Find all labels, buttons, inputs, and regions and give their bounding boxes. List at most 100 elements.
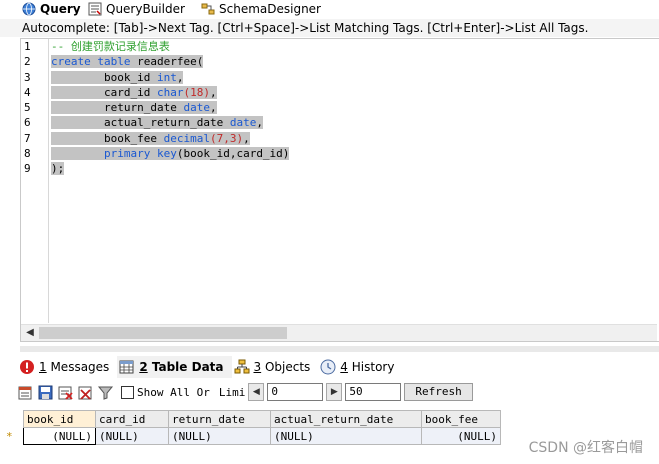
table-row[interactable]: * (NULL) (NULL) (NULL) (NULL) (NULL) bbox=[6, 427, 501, 445]
line-number: 6 bbox=[24, 116, 31, 130]
autocomplete-hint: Autocomplete: [Tab]->Next Tag. [Ctrl+Spa… bbox=[0, 19, 659, 37]
identifier: (book_id,card_id) bbox=[176, 147, 290, 161]
gutter-divider bbox=[48, 39, 49, 323]
identifier: return_date bbox=[103, 101, 177, 115]
result-toolbar: Show All Or Limi ◀ 0 ▶ 50 Refresh bbox=[17, 381, 659, 403]
refresh-button[interactable]: Refresh bbox=[404, 383, 473, 401]
next-page-button[interactable]: ▶ bbox=[326, 383, 343, 401]
line-number: 3 bbox=[24, 70, 31, 84]
tab-messages-label: Messages bbox=[46, 360, 110, 374]
column-header[interactable]: book_fee bbox=[421, 410, 501, 428]
line-number: 8 bbox=[24, 147, 31, 161]
objects-icon bbox=[234, 359, 250, 375]
tab-messages-number: 1 bbox=[39, 360, 47, 374]
result-grid: book_id card_id return_date actual_retur… bbox=[6, 410, 501, 445]
keyword: create bbox=[51, 55, 91, 69]
scroll-left-icon[interactable]: ◀ bbox=[23, 325, 37, 341]
column-header[interactable]: card_id bbox=[95, 410, 169, 428]
pane-splitter[interactable] bbox=[20, 346, 659, 352]
comment-text: -- 创建罚款记录信息表 bbox=[51, 40, 170, 53]
watermark: CSDN @红客白帽 bbox=[528, 440, 643, 456]
save-icon[interactable] bbox=[37, 384, 54, 401]
number-literal: (18) bbox=[183, 85, 210, 99]
keyword: date bbox=[229, 116, 257, 130]
tab-objects-number: 3 bbox=[253, 360, 262, 374]
tab-history[interactable]: 4 History bbox=[318, 356, 402, 378]
top-tab-bar: Query QueryBuilder SchemaDesigner bbox=[0, 0, 659, 18]
horizontal-scrollbar[interactable]: ◀ bbox=[21, 324, 657, 341]
limit-input[interactable]: 50 bbox=[345, 383, 402, 401]
tab-objects-label: Objects bbox=[261, 360, 311, 374]
result-tab-bar: 1 Messages 2 Table Data 3 Objects 4 Hist… bbox=[17, 356, 659, 378]
globe-icon bbox=[22, 2, 36, 16]
table-cell[interactable]: (NULL) bbox=[95, 427, 169, 445]
identifier: actual_return_date bbox=[103, 116, 224, 130]
line-number: 7 bbox=[24, 131, 31, 145]
code-area: -- 创建罚款记录信息表 create table readerfee( boo… bbox=[51, 39, 290, 177]
code-line: primary key(book_id,card_id) bbox=[51, 146, 290, 161]
tab-schemadesigner-label: SchemaDesigner bbox=[219, 2, 321, 16]
tab-query[interactable]: Query bbox=[22, 0, 81, 18]
code-line: card_id char(18), bbox=[51, 85, 289, 100]
code-line: ); bbox=[51, 161, 289, 176]
offset-input[interactable]: 0 bbox=[267, 383, 324, 401]
sql-editor[interactable]: 1 2 3 4 5 6 7 8 9 -- 创建罚款记录信息表 create ta… bbox=[20, 38, 659, 342]
delete-row-icon[interactable] bbox=[57, 384, 74, 401]
schema-designer-icon bbox=[201, 2, 215, 16]
code-line: create table readerfee( bbox=[51, 54, 289, 69]
export-icon[interactable] bbox=[17, 384, 34, 401]
code-line: actual_return_date date, bbox=[51, 115, 289, 130]
limit-label: Limi bbox=[218, 385, 246, 399]
tab-table-data[interactable]: 2 Table Data bbox=[117, 356, 232, 378]
tab-querybuilder-label: QueryBuilder bbox=[106, 2, 185, 16]
code-line: book_id int, bbox=[51, 70, 289, 85]
tab-schemadesigner[interactable]: SchemaDesigner bbox=[201, 0, 321, 18]
keyword: table bbox=[97, 55, 131, 69]
tab-history-number: 4 bbox=[340, 360, 348, 374]
show-all-label: Show All Or bbox=[137, 385, 210, 399]
cancel-changes-icon[interactable] bbox=[77, 384, 94, 401]
column-header[interactable]: book_id bbox=[23, 410, 96, 428]
keyword: date bbox=[183, 101, 210, 115]
keyword: primary key bbox=[103, 147, 177, 161]
query-builder-icon bbox=[88, 2, 102, 16]
filter-icon[interactable] bbox=[97, 384, 114, 401]
keyword: char bbox=[156, 85, 184, 99]
tab-querybuilder[interactable]: QueryBuilder bbox=[88, 0, 185, 18]
keyword: decimal bbox=[163, 131, 210, 145]
show-all-checkbox[interactable] bbox=[121, 385, 134, 399]
cell-value: (NULL) bbox=[52, 429, 92, 443]
identifier: ); bbox=[51, 162, 65, 176]
identifier: book_fee bbox=[103, 131, 157, 145]
previous-page-button[interactable]: ◀ bbox=[248, 383, 265, 401]
identifier: readerfee( bbox=[137, 55, 204, 69]
error-icon bbox=[19, 359, 35, 375]
tab-table-data-number: 2 bbox=[139, 360, 148, 374]
column-header[interactable]: return_date bbox=[168, 410, 271, 428]
new-row-marker: * bbox=[6, 429, 13, 443]
tab-query-label: Query bbox=[40, 2, 81, 16]
table-cell[interactable]: * (NULL) bbox=[6, 427, 96, 445]
scrollbar-thumb[interactable] bbox=[39, 327, 287, 339]
table-cell[interactable]: (NULL) bbox=[421, 427, 501, 445]
keyword: int bbox=[156, 70, 177, 84]
history-icon bbox=[320, 359, 336, 375]
code-line: return_date date, bbox=[51, 100, 289, 115]
identifier: book_id bbox=[103, 70, 151, 84]
line-number: 1 bbox=[24, 40, 31, 53]
line-number: 9 bbox=[24, 162, 31, 176]
column-header[interactable]: actual_return_date bbox=[270, 410, 422, 428]
line-number: 4 bbox=[24, 85, 31, 99]
table-cell[interactable]: (NULL) bbox=[168, 427, 271, 445]
grid-header-row: book_id card_id return_date actual_retur… bbox=[23, 410, 501, 428]
tab-history-label: History bbox=[347, 360, 395, 374]
code-line: book_fee decimal(7,3), bbox=[51, 131, 289, 146]
line-number: 5 bbox=[24, 101, 31, 115]
identifier: card_id bbox=[103, 85, 151, 99]
line-number-gutter: 1 2 3 4 5 6 7 8 9 bbox=[21, 39, 49, 339]
tab-table-data-label: Table Data bbox=[147, 360, 224, 374]
tab-objects[interactable]: 3 Objects bbox=[232, 356, 319, 378]
table-cell[interactable]: (NULL) bbox=[270, 427, 422, 445]
tab-messages[interactable]: 1 Messages bbox=[17, 356, 117, 378]
table-data-icon bbox=[119, 359, 135, 375]
